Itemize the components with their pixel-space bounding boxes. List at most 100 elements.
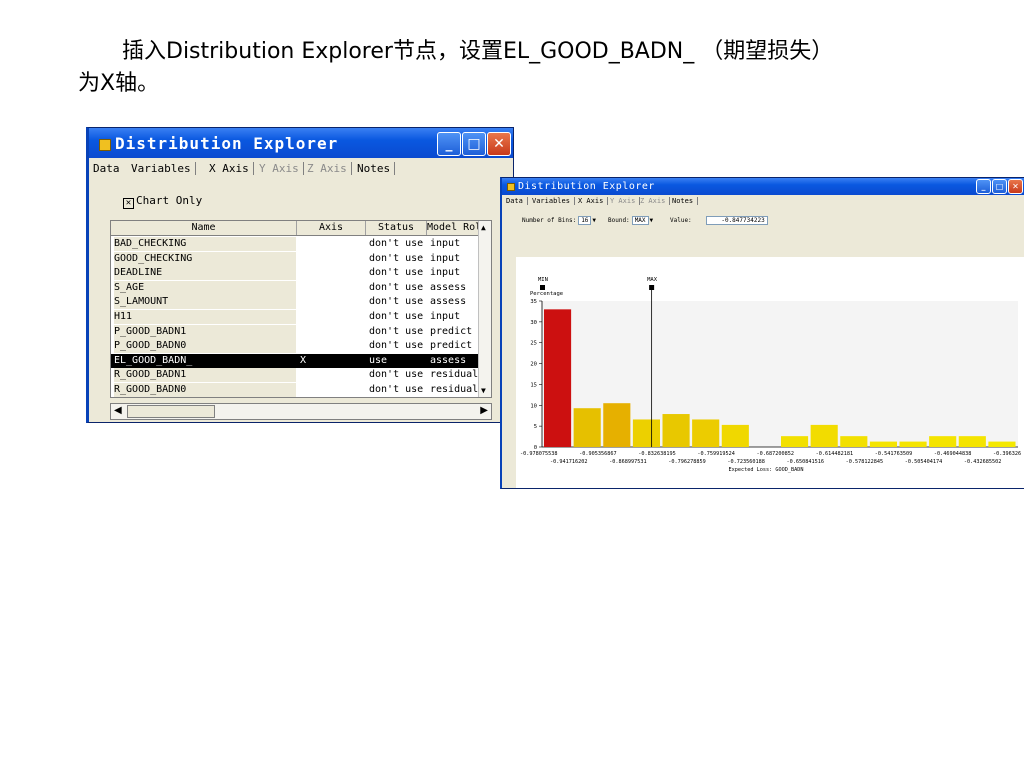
chevron-down-icon[interactable]: ▼ [592, 217, 596, 224]
column-header-name[interactable]: Name [111, 221, 297, 235]
histogram-bar [810, 424, 838, 447]
name-cell[interactable]: S_AGE [114, 280, 296, 295]
model-role-cell[interactable]: input [430, 266, 479, 280]
chevron-down-icon[interactable]: ▼ [650, 217, 654, 224]
name-cell[interactable]: EL_GOOD_BADN_ [114, 353, 296, 368]
max-marker-label: MAX [647, 277, 658, 283]
table-row[interactable]: BAD_CHECKING don't use input [111, 237, 479, 251]
axis-cell[interactable] [300, 325, 365, 339]
chart-only-checkbox[interactable]: ✕ Chart Only [123, 194, 202, 209]
maximize-button[interactable]: □ [462, 132, 486, 156]
model-role-cell[interactable]: assess [430, 354, 479, 368]
name-cell[interactable]: DEADLINE [114, 266, 296, 281]
name-cell[interactable]: P_GOOD_BADN0 [114, 339, 296, 354]
table-row[interactable]: EL_GOOD_BADN_ Xuse assess [111, 353, 479, 368]
status-cell[interactable]: don't use [369, 383, 426, 397]
tab-z-axis[interactable]: Z Axis [307, 162, 352, 175]
model-role-cell[interactable]: input [430, 252, 479, 266]
table-row[interactable]: DEADLINE don't use input [111, 266, 479, 281]
value-input[interactable]: -0.847734223 [705, 216, 768, 225]
chart-area: Percentage 0 5 10 15 20 25 30 35 MIN MAX -0.9780755… [516, 257, 1024, 488]
histogram-bar [929, 436, 957, 447]
bins-input[interactable]: 16 [578, 216, 592, 225]
status-cell[interactable]: use [369, 354, 426, 368]
tab-data[interactable]: Data [93, 162, 120, 175]
column-header-status[interactable]: Status [366, 221, 427, 235]
name-cell[interactable]: BAD_CHECKING [114, 237, 296, 251]
status-cell[interactable]: don't use [369, 266, 426, 280]
axis-cell[interactable] [300, 295, 365, 309]
table-row[interactable]: S_AGE don't use assess [111, 280, 479, 295]
axis-cell[interactable] [300, 368, 365, 382]
axis-cell[interactable] [300, 310, 365, 324]
name-cell[interactable]: S_LAMOUNT [114, 295, 296, 310]
status-cell[interactable]: don't use [369, 237, 426, 251]
model-role-cell[interactable]: input [430, 237, 479, 251]
table-row[interactable]: H11 don't use input [111, 310, 479, 324]
horizontal-scrollbar[interactable]: ◀ ▶ [110, 403, 492, 420]
minimize-button[interactable]: _ [437, 132, 461, 156]
status-cell[interactable]: don't use [369, 295, 426, 309]
close-button[interactable]: ✕ [1008, 179, 1023, 194]
column-header-axis[interactable]: Axis [297, 221, 366, 235]
table-row[interactable]: P_GOOD_BADN1 don't use predict [111, 324, 479, 339]
status-cell[interactable]: don't use [369, 368, 426, 382]
histogram-bar [692, 419, 720, 447]
distribution-explorer-window-variables: Distribution Explorer _ □ ✕ Data Variabl… [86, 127, 514, 423]
status-cell[interactable]: don't use [369, 339, 426, 353]
axis-cell[interactable] [300, 383, 365, 397]
tab-data[interactable]: Data [506, 197, 528, 205]
tab-y-axis[interactable]: Y Axis [259, 162, 304, 175]
axis-cell[interactable] [300, 281, 365, 295]
axis-cell[interactable] [300, 252, 365, 266]
scroll-left-icon[interactable]: ◀ [114, 405, 122, 416]
bound-select[interactable]: MAX [631, 216, 649, 225]
tab-variables[interactable]: Variables [131, 162, 196, 175]
name-cell[interactable]: R_GOOD_BADN1 [114, 368, 296, 383]
table-row[interactable]: R_GOOD_BADN0 don't use residual [111, 383, 479, 397]
value-label: Value: [670, 217, 692, 224]
vertical-scrollbar[interactable]: ▲ ▼ [478, 221, 491, 397]
tab-x-axis[interactable]: X Axis [578, 197, 609, 205]
column-header-model-role[interactable]: Model Role [427, 221, 480, 235]
status-cell[interactable]: don't use [369, 281, 426, 295]
table-row[interactable]: S_LAMOUNT don't use assess [111, 295, 479, 310]
model-role-cell[interactable]: assess [430, 295, 479, 309]
model-role-cell[interactable]: input [430, 310, 479, 324]
scroll-up-icon[interactable]: ▲ [481, 223, 486, 232]
tab-x-axis[interactable]: X Axis [209, 162, 254, 175]
x-tick-label: -0.978075538 [520, 451, 557, 457]
axis-cell[interactable] [300, 237, 365, 251]
tab-z-axis[interactable]: Z Axis [640, 197, 671, 205]
close-button[interactable]: ✕ [487, 132, 511, 156]
tab-notes[interactable]: Notes [357, 162, 396, 175]
name-cell[interactable]: P_GOOD_BADN1 [114, 324, 296, 339]
table-row[interactable]: P_GOOD_BADN0 don't use predict [111, 339, 479, 354]
scroll-down-icon[interactable]: ▼ [481, 386, 486, 395]
table-row[interactable]: R_GOOD_BADN1 don't use residual [111, 368, 479, 383]
model-role-cell[interactable]: residual [430, 383, 479, 397]
scroll-right-icon[interactable]: ▶ [480, 405, 488, 416]
tab-y-axis[interactable]: Y Axis [610, 197, 641, 205]
status-cell[interactable]: don't use [369, 325, 426, 339]
model-role-cell[interactable]: predict [430, 339, 479, 353]
minimize-button[interactable]: _ [976, 179, 991, 194]
name-cell[interactable]: R_GOOD_BADN0 [114, 383, 296, 397]
model-role-cell[interactable]: residual [430, 368, 479, 382]
model-role-cell[interactable]: assess [430, 281, 479, 295]
title-bar[interactable]: Distribution Explorer _ □ ✕ [89, 128, 513, 158]
scroll-thumb[interactable] [127, 405, 215, 418]
tab-variables[interactable]: Variables [532, 197, 575, 205]
maximize-button[interactable]: □ [992, 179, 1007, 194]
axis-cell[interactable] [300, 339, 365, 353]
name-cell[interactable]: H11 [114, 310, 296, 324]
axis-cell[interactable]: X [300, 354, 365, 368]
tab-notes[interactable]: Notes [672, 197, 699, 205]
status-cell[interactable]: don't use [369, 310, 426, 324]
model-role-cell[interactable]: predict [430, 325, 479, 339]
title-bar[interactable]: Distribution Explorer _ □ ✕ [502, 178, 1024, 195]
status-cell[interactable]: don't use [369, 252, 426, 266]
axis-cell[interactable] [300, 266, 365, 280]
table-row[interactable]: GOOD_CHECKING don't use input [111, 251, 479, 266]
name-cell[interactable]: GOOD_CHECKING [114, 251, 296, 266]
